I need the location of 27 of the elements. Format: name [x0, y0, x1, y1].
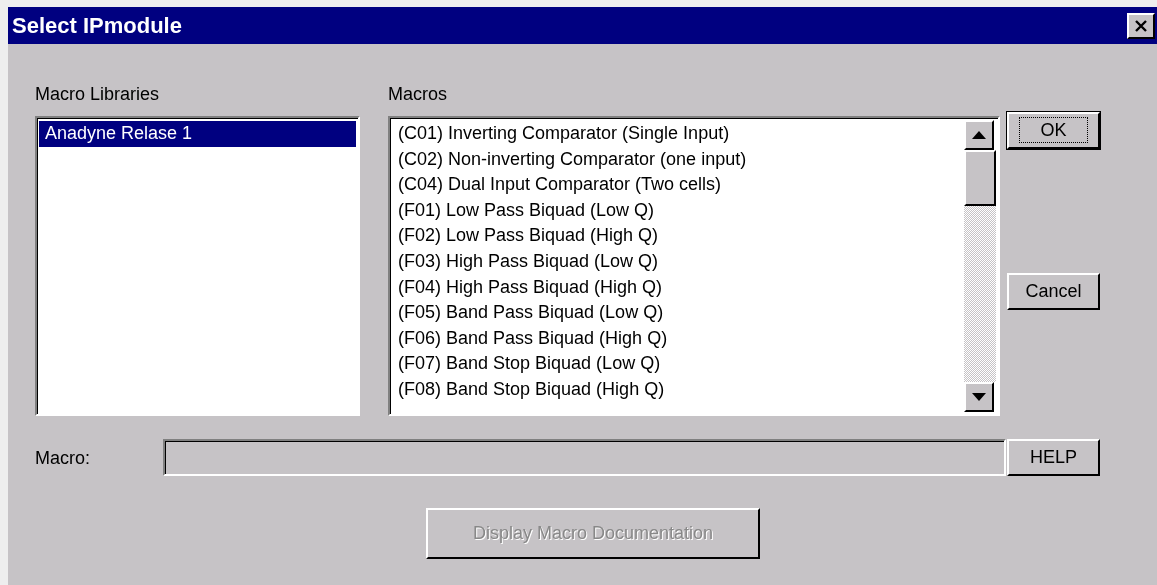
macro-item[interactable]: (F07) Band Stop Biquad (Low Q): [392, 351, 962, 377]
macro-item[interactable]: (F01) Low Pass Biquad (Low Q): [392, 197, 962, 224]
macro-item[interactable]: (F05) Band Pass Biquad (Low Q): [392, 300, 962, 326]
window-title: Select IPmodule: [12, 12, 182, 39]
libraries-label: Macro Libraries: [35, 84, 161, 106]
close-button[interactable]: [1127, 12, 1155, 39]
library-item[interactable]: Anadyne Relase 1: [39, 121, 356, 147]
close-icon: [1134, 19, 1148, 32]
cancel-button[interactable]: Cancel: [1007, 273, 1100, 310]
up-arrow-icon: [972, 131, 986, 139]
scroll-thumb[interactable]: [964, 150, 996, 206]
macro-item[interactable]: (C02) Non-inverting Comparator (one input): [392, 146, 962, 173]
scroll-down-button[interactable]: [964, 382, 994, 412]
scroll-up-button[interactable]: [964, 120, 994, 150]
macro-item[interactable]: (F08) Band Stop Biquad (High Q): [392, 376, 962, 403]
macro-item[interactable]: (F02) Low Pass Biquad (High Q): [392, 223, 962, 249]
macro-item[interactable]: (C01) Inverting Comparator (Single Input): [392, 121, 962, 147]
ok-button[interactable]: OK: [1007, 112, 1100, 149]
down-arrow-icon: [972, 393, 986, 401]
macro-item[interactable]: (F04) High Pass Biquad (High Q): [392, 274, 962, 301]
macro-item[interactable]: (C04) Dual Input Comparator (Two cells): [392, 172, 962, 198]
macro-item[interactable]: (F03) High Pass Biquad (Low Q): [392, 248, 962, 275]
macros-label: Macros: [388, 84, 448, 106]
help-button[interactable]: HELP: [1007, 439, 1100, 476]
macro-field[interactable]: [163, 439, 1006, 476]
macro-item[interactable]: (F06) Band Pass Biquad (High Q): [392, 325, 962, 352]
macro-label: Macro:: [35, 447, 91, 469]
